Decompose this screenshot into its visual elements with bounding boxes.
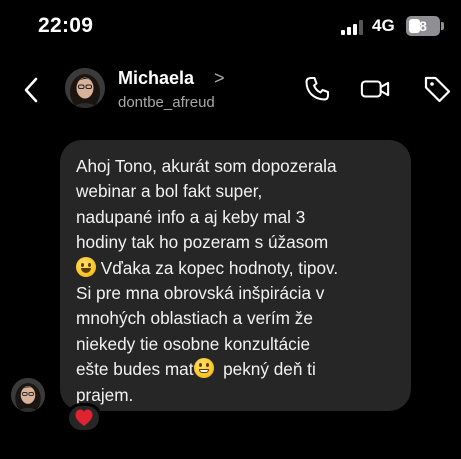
cellular-signal-icon — [341, 19, 367, 35]
phone-call-icon[interactable] — [302, 74, 332, 104]
status-time: 22:09 — [38, 14, 94, 37]
battery-icon: 8 — [406, 16, 444, 36]
contact-username[interactable]: dontbe_afreud — [118, 94, 215, 111]
message-line: webinar a bol fakt super, — [76, 181, 263, 202]
back-arrow-icon[interactable] — [20, 76, 44, 104]
message-bubble[interactable]: Ahoj Tono, akurát som dopozerala webinar… — [60, 140, 411, 411]
message-text: ešte budes mat — [76, 359, 194, 380]
message-line: Si pre mna obrovská inšpirácia v — [76, 283, 325, 304]
chat-header: Michaela > dontbe_afreud — [0, 60, 461, 120]
message-text: pekný deň ti — [223, 359, 316, 380]
status-bar: 22:09 4G 8 — [0, 0, 461, 50]
avatar[interactable] — [65, 68, 105, 108]
video-call-icon[interactable] — [360, 74, 390, 104]
sender-profile-photo — [11, 378, 45, 412]
tag-icon[interactable] — [422, 74, 452, 104]
reaction-badge[interactable] — [66, 403, 102, 433]
message-line: mnohých oblastiach a verím že — [76, 308, 313, 329]
message-line: ešte budes mat pekný deň ti — [76, 357, 397, 382]
message-line: nadupané info a aj keby mal 3 — [76, 206, 306, 227]
chevron-right-icon[interactable]: > — [214, 68, 225, 89]
red-heart-icon — [75, 409, 93, 426]
sender-avatar[interactable] — [11, 378, 45, 412]
profile-photo — [65, 68, 105, 108]
message-line: hodiny tak ho pozeram s úžasom — [76, 232, 329, 253]
message-line: Ahoj Tono, akurát som dopozerala — [76, 156, 337, 176]
message-line: prajem. — [76, 384, 134, 405]
contact-name[interactable]: Michaela — [118, 68, 194, 89]
battery-percentage: 8 — [419, 18, 427, 34]
message-line: niekedy tie osobne konzultácie — [76, 333, 311, 354]
grinning-face-emoji — [193, 358, 214, 379]
smiling-face-emoji — [76, 256, 96, 277]
message-text: Vďaka za kopec hodnoty, tipov. — [100, 257, 339, 278]
message-line: Vďaka za kopec hodnoty, tipov. — [76, 256, 397, 281]
network-type: 4G — [372, 16, 395, 35]
